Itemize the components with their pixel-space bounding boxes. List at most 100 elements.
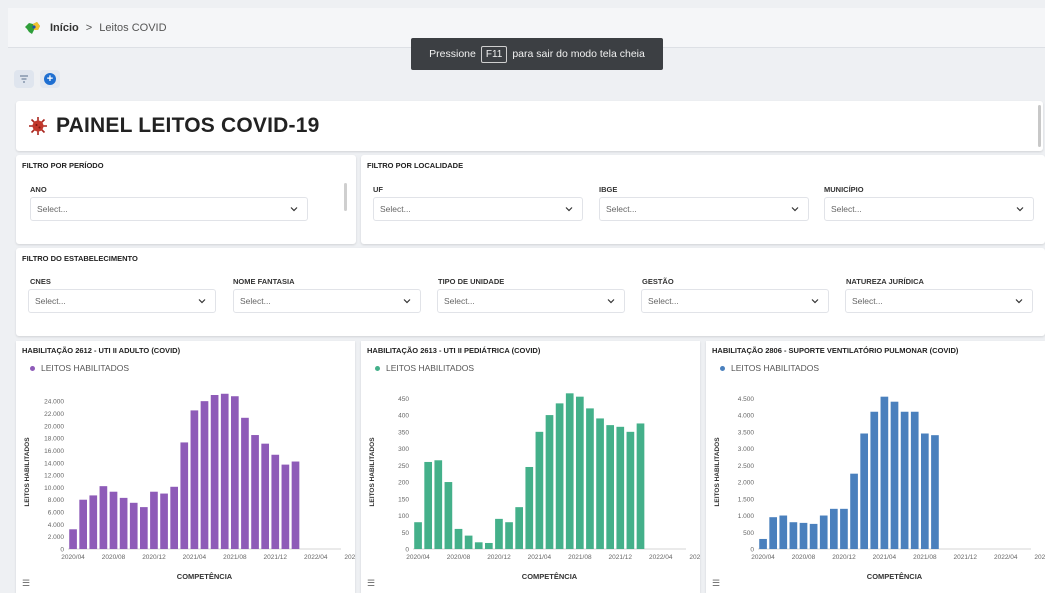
bar bbox=[910, 411, 919, 549]
x-tick-label: 2022/04 bbox=[304, 554, 328, 561]
chart-legend[interactable]: LEITOS HABILITADOS bbox=[720, 363, 819, 373]
y-tick-label: 2.500 bbox=[738, 463, 755, 470]
y-tick-label: 200 bbox=[398, 480, 409, 487]
fullscreen-notice: Pressione F11 para sair do modo tela che… bbox=[411, 38, 663, 70]
bar bbox=[555, 403, 564, 549]
bar bbox=[200, 401, 209, 549]
x-tick-label: 2020/12 bbox=[487, 554, 511, 561]
bar bbox=[900, 411, 909, 549]
y-tick-label: 24.000 bbox=[44, 399, 64, 406]
add-button[interactable]: + bbox=[40, 70, 60, 88]
menu-icon[interactable]: ☰ bbox=[367, 578, 375, 589]
x-tick-label: 2021/08 bbox=[568, 554, 592, 561]
breadcrumb-current: Leitos COVID bbox=[99, 21, 167, 34]
y-tick-label: 12.000 bbox=[44, 473, 64, 480]
bar bbox=[230, 396, 239, 549]
bar bbox=[870, 411, 879, 549]
municipio-select[interactable]: Select... bbox=[824, 197, 1034, 221]
bar bbox=[789, 522, 798, 549]
bar bbox=[759, 538, 767, 549]
y-tick-label: 250 bbox=[398, 463, 409, 470]
ibge-select-value: Select... bbox=[606, 204, 637, 214]
chart-legend[interactable]: LEITOS HABILITADOS bbox=[375, 363, 474, 373]
bar bbox=[636, 423, 645, 549]
bar bbox=[525, 466, 534, 549]
period-scrollbar[interactable] bbox=[344, 183, 347, 211]
natureza-juridica-select[interactable]: Select... bbox=[845, 289, 1033, 313]
chart-legend[interactable]: LEITOS HABILITADOS bbox=[30, 363, 129, 373]
bar bbox=[769, 517, 778, 549]
x-tick-label: 2021/12 bbox=[264, 554, 288, 561]
bar-chart-suporte-ventilatorio: 0 500 1.000 1.500 2.000 2.500 3.000 3.500 4.000 4… bbox=[714, 396, 1045, 581]
y-tick-label: 150 bbox=[398, 496, 409, 503]
x-tick-label: 2021/08 bbox=[223, 554, 247, 561]
establishment-filter-title: FILTRO DO ESTABELECIMENTO bbox=[22, 254, 138, 263]
x-tick-label: 2022/04 bbox=[994, 554, 1018, 561]
cnes-select[interactable]: Select... bbox=[28, 289, 216, 313]
bar bbox=[210, 395, 219, 549]
x-tick-label: 2021/12 bbox=[954, 554, 978, 561]
period-filter-panel: FILTRO POR PERÍODO ANO Select... bbox=[16, 155, 356, 244]
filter-toggle-button[interactable] bbox=[14, 70, 34, 88]
cnes-select-value: Select... bbox=[35, 296, 66, 306]
menu-icon[interactable]: ☰ bbox=[22, 578, 30, 589]
chevron-down-icon bbox=[403, 299, 411, 304]
chart-panel-uti-adulto: HABILITAÇÃO 2612 - UTI II ADULTO (COVID)… bbox=[16, 341, 355, 593]
breadcrumb-home-link[interactable]: Início bbox=[50, 22, 79, 34]
y-tick-label: 350 bbox=[398, 429, 409, 436]
y-tick-label: 0 bbox=[60, 547, 64, 554]
gestao-select[interactable]: Select... bbox=[641, 289, 829, 313]
bar bbox=[495, 518, 503, 549]
chart-title: HABILITAÇÃO 2613 - UTI II PEDIÁTRICA (CO… bbox=[367, 346, 541, 355]
bar bbox=[860, 433, 869, 549]
brazil-map-logo-icon[interactable] bbox=[22, 18, 42, 38]
tipo-unidade-label: TIPO DE UNIDADE bbox=[438, 277, 505, 286]
bar bbox=[180, 442, 189, 549]
nome-fantasia-select[interactable]: Select... bbox=[233, 289, 421, 313]
bar bbox=[424, 461, 433, 549]
bar bbox=[829, 508, 838, 549]
uf-label: UF bbox=[373, 185, 383, 194]
x-tick-label: 2022/08 bbox=[344, 554, 355, 561]
bar bbox=[920, 433, 929, 549]
bar bbox=[880, 396, 889, 549]
bar bbox=[414, 522, 422, 549]
bar bbox=[515, 507, 524, 549]
x-axis-title: COMPETÊNCIA bbox=[177, 572, 233, 581]
tipo-unidade-select-value: Select... bbox=[444, 296, 475, 306]
legend-label: LEITOS HABILITADOS bbox=[41, 363, 130, 373]
y-axis-title: LEITOS HABILITADOS bbox=[369, 437, 376, 507]
ibge-label: IBGE bbox=[599, 185, 618, 194]
y-tick-label: 20.000 bbox=[44, 423, 64, 430]
bar bbox=[139, 507, 148, 549]
bar bbox=[69, 529, 77, 549]
fullscreen-notice-prefix: Pressione bbox=[429, 48, 476, 60]
bar bbox=[535, 431, 544, 549]
y-tick-label: 300 bbox=[398, 446, 409, 453]
bar bbox=[150, 491, 158, 549]
bar bbox=[575, 396, 584, 549]
municipio-label: MUNICÍPIO bbox=[824, 185, 864, 194]
menu-icon[interactable]: ☰ bbox=[712, 578, 720, 589]
y-tick-label: 0 bbox=[405, 547, 409, 554]
title-scrollbar[interactable] bbox=[1038, 105, 1041, 147]
y-axis-title: LEITOS HABILITADOS bbox=[24, 437, 31, 507]
uf-select[interactable]: Select... bbox=[373, 197, 583, 221]
chevron-down-icon bbox=[565, 207, 573, 212]
x-axis-title: COMPETÊNCIA bbox=[867, 572, 923, 581]
bar bbox=[444, 482, 453, 549]
bar bbox=[596, 418, 604, 549]
chart-panel-suporte-ventilatorio: HABILITAÇÃO 2806 - SUPORTE VENTILATÓRIO … bbox=[706, 341, 1045, 593]
y-tick-label: 500 bbox=[743, 530, 754, 537]
year-select[interactable]: Select... bbox=[30, 197, 308, 221]
natureza-juridica-select-value: Select... bbox=[852, 296, 883, 306]
y-tick-label: 50 bbox=[402, 530, 410, 537]
ibge-select[interactable]: Select... bbox=[599, 197, 809, 221]
y-tick-label: 100 bbox=[398, 513, 409, 520]
establishment-filter-panel: FILTRO DO ESTABELECIMENTO CNES Select...… bbox=[16, 248, 1045, 336]
bar bbox=[109, 491, 118, 549]
chart-title: HABILITAÇÃO 2612 - UTI II ADULTO (COVID) bbox=[22, 346, 181, 355]
y-tick-label: 18.000 bbox=[44, 436, 64, 443]
tipo-unidade-select[interactable]: Select... bbox=[437, 289, 625, 313]
x-tick-label: 2020/08 bbox=[447, 554, 471, 561]
